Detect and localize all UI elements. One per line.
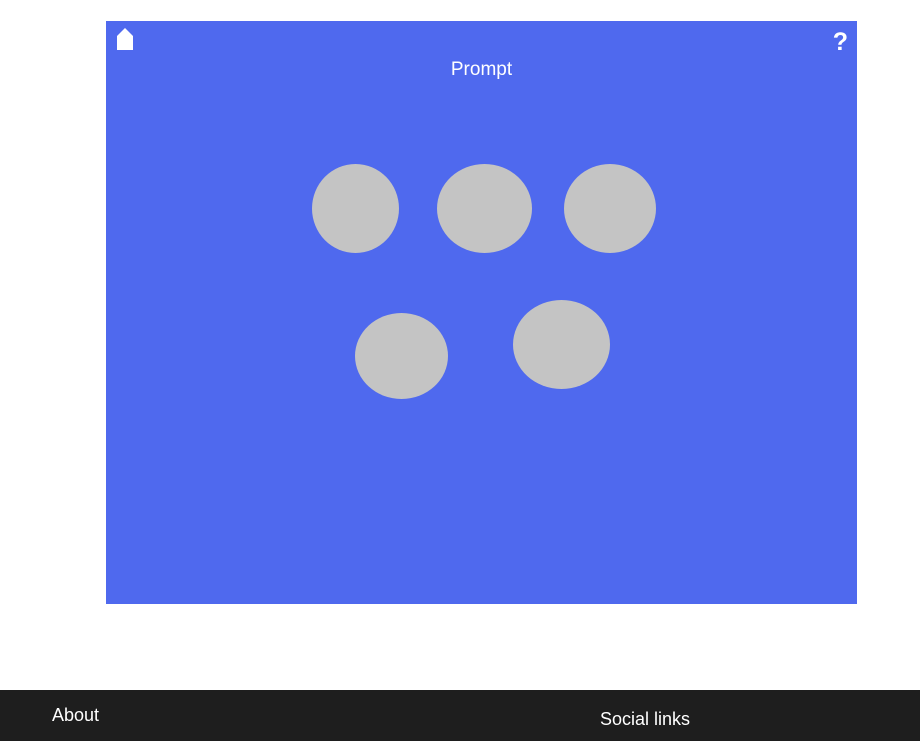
home-icon [117, 28, 133, 50]
choice-circle-3[interactable] [564, 164, 656, 253]
footer: About Social links [0, 690, 920, 741]
game-stage: ? Prompt [106, 21, 857, 604]
help-button[interactable]: ? [833, 26, 848, 58]
choice-circle-2[interactable] [437, 164, 532, 253]
about-link[interactable]: About [52, 704, 99, 726]
choice-circle-1[interactable] [312, 164, 399, 253]
social-links-link[interactable]: Social links [600, 708, 690, 730]
choice-circle-5[interactable] [513, 300, 610, 389]
prompt-text: Prompt [450, 59, 513, 80]
page: ? Prompt About Social links [0, 0, 920, 741]
home-button[interactable] [116, 27, 134, 51]
choice-circle-4[interactable] [355, 313, 448, 399]
